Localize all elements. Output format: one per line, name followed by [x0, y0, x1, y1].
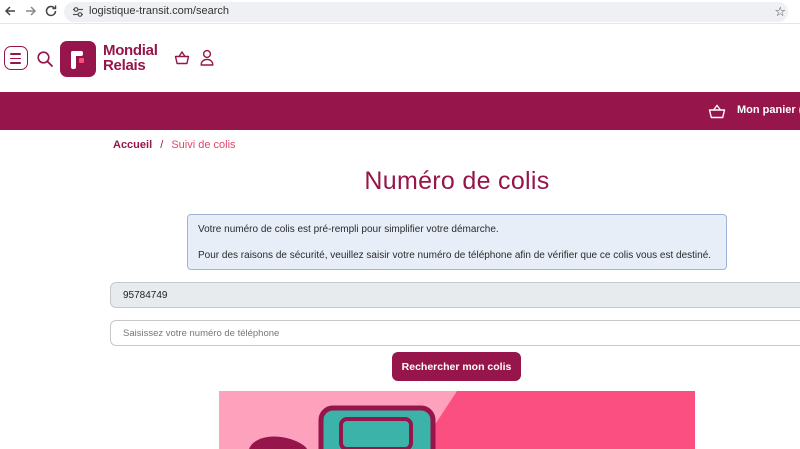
- info-text-security: Pour des raisons de sécurité, veuillez s…: [198, 250, 712, 261]
- hamburger-menu-icon[interactable]: [4, 46, 28, 70]
- breadcrumb: Accueil / Suivi de colis: [113, 139, 236, 151]
- site-header: Mondial Relais: [0, 24, 800, 92]
- back-arrow-icon[interactable]: [2, 4, 18, 20]
- logo-text: Mondial Relais: [103, 43, 158, 73]
- address-bar[interactable]: logistique-transit.com/search ☆: [64, 2, 788, 22]
- phone-number-input[interactable]: [110, 320, 800, 346]
- basket-icon[interactable]: [174, 50, 190, 66]
- info-alert: Votre numéro de colis est pré-rempli pou…: [187, 214, 727, 270]
- breadcrumb-current: Suivi de colis: [171, 139, 236, 151]
- breadcrumb-home-link[interactable]: Accueil: [113, 139, 152, 151]
- user-icon[interactable]: [200, 49, 214, 66]
- search-parcel-button[interactable]: Rechercher mon colis: [392, 352, 521, 381]
- logo-line2: Relais: [103, 57, 146, 74]
- url-text[interactable]: logistique-transit.com/search: [89, 5, 229, 17]
- forward-arrow-icon[interactable]: [23, 4, 39, 20]
- logo-line1: Mondial: [103, 42, 158, 59]
- page-title: Numéro de colis: [364, 167, 550, 195]
- cart-link[interactable]: Mon panier (0: [737, 104, 800, 116]
- basket-icon[interactable]: [708, 103, 726, 119]
- tune-icon[interactable]: [72, 6, 84, 18]
- parcel-number-input[interactable]: [110, 282, 800, 308]
- info-text-prefilled: Votre numéro de colis est pré-rempli pou…: [198, 224, 499, 235]
- mondial-relais-logo[interactable]: Mondial Relais: [60, 41, 170, 77]
- search-icon[interactable]: [36, 50, 54, 68]
- breadcrumb-separator: /: [160, 139, 164, 151]
- star-icon[interactable]: ☆: [774, 5, 786, 20]
- reload-icon[interactable]: [43, 4, 59, 20]
- logo-mark: [60, 41, 96, 77]
- browser-toolbar: logistique-transit.com/search ☆: [0, 0, 800, 24]
- cart-band: Mon panier (0: [0, 92, 800, 130]
- promo-banner-image: [219, 391, 695, 449]
